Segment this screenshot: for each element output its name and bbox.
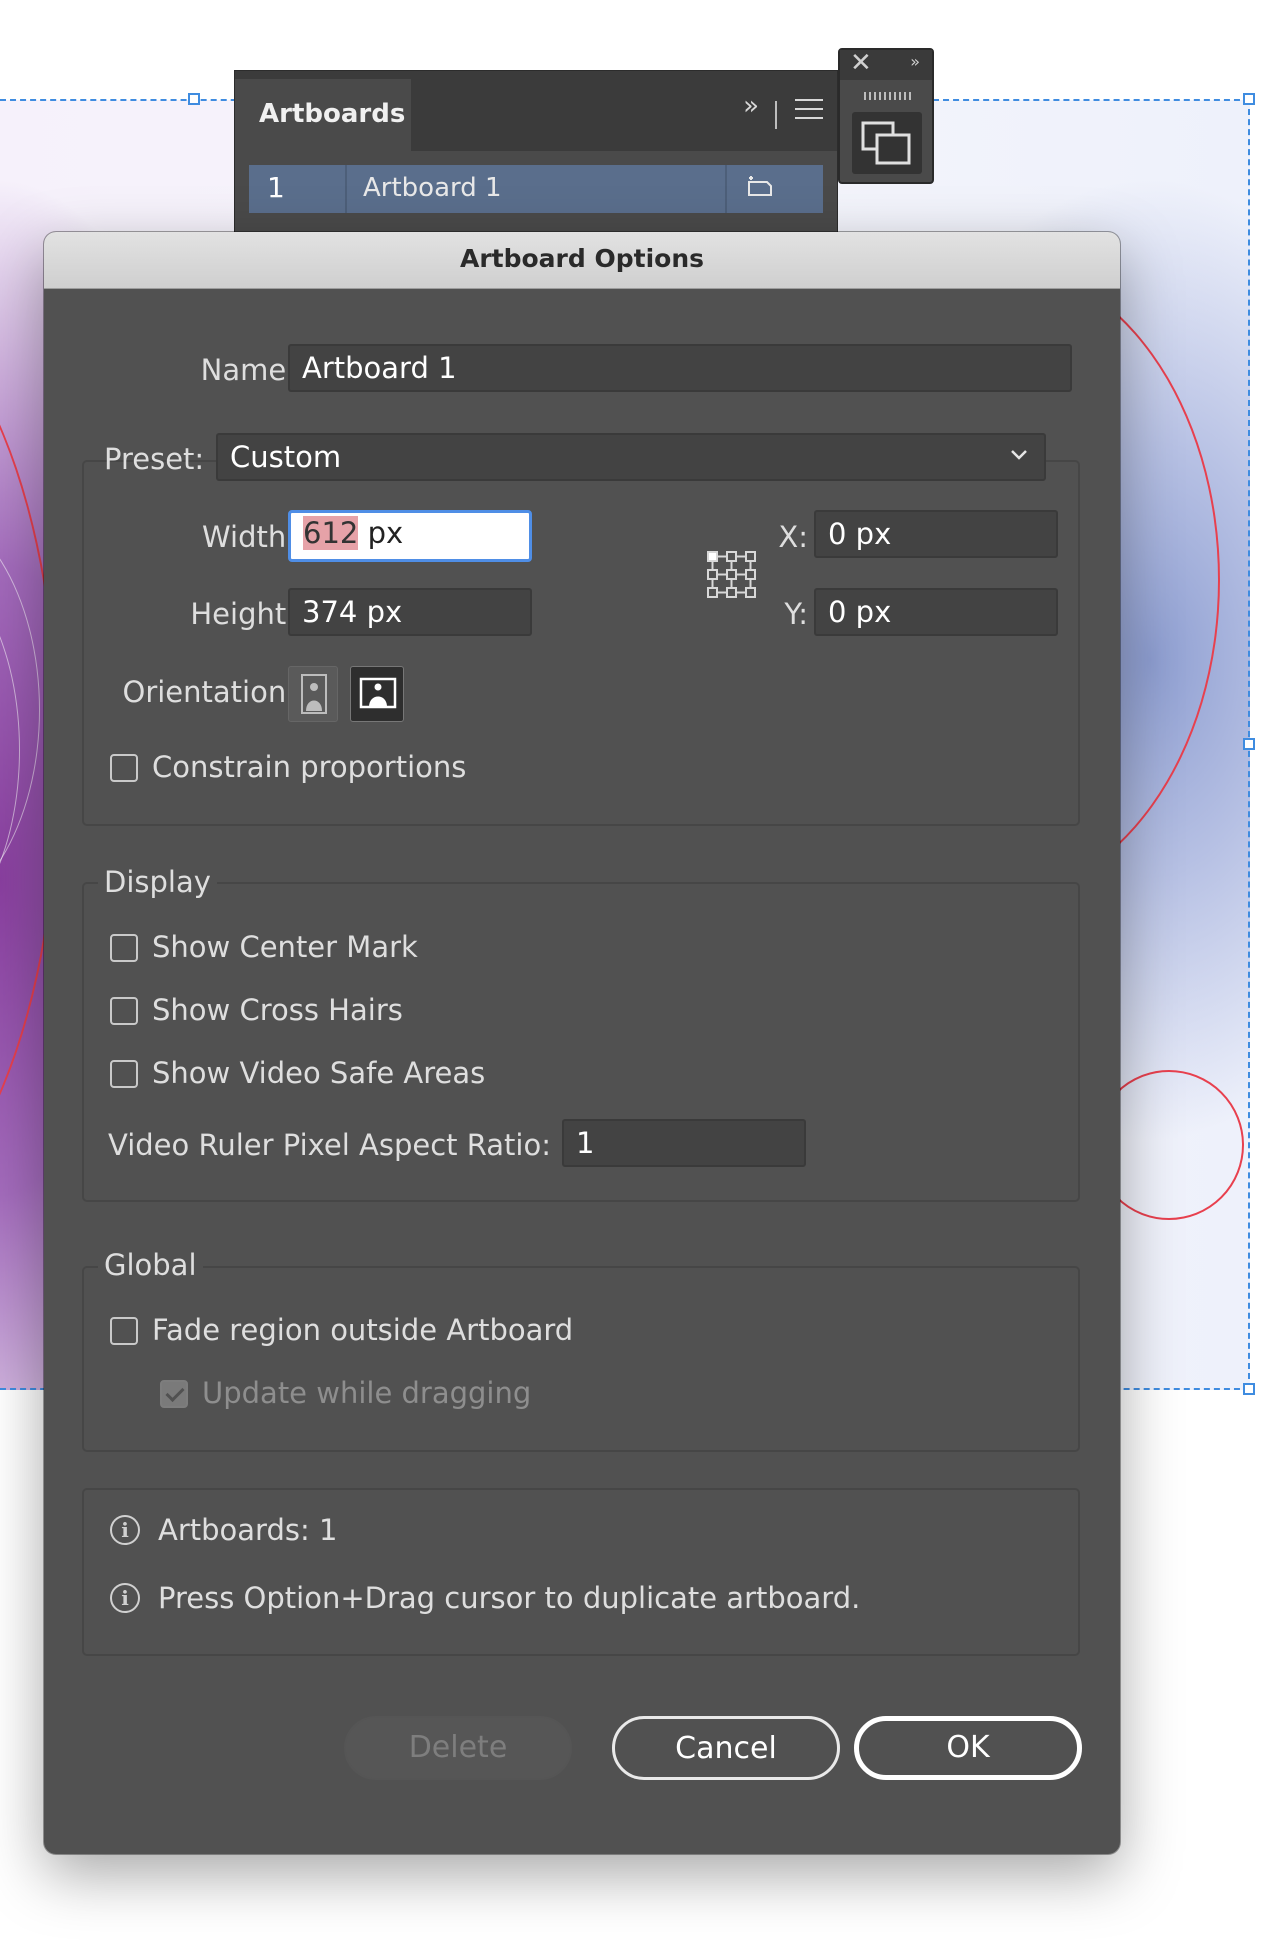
artboard-list-row[interactable]: 1 Artboard 1 (249, 165, 823, 213)
name-label: Name: (200, 353, 296, 387)
width-unit: px (358, 516, 404, 550)
ok-button[interactable]: OK (854, 1716, 1082, 1780)
drag-grip[interactable] (864, 92, 912, 100)
row-separator (725, 165, 727, 213)
show-center-mark-label: Show Center Mark (152, 930, 418, 964)
pixel-aspect-ratio-label: Video Ruler Pixel Aspect Ratio: (108, 1128, 551, 1162)
show-cross-hairs-label: Show Cross Hairs (152, 993, 403, 1027)
cancel-button[interactable]: Cancel (612, 1716, 840, 1780)
artboard-options-icon[interactable] (747, 175, 773, 197)
artboard-options-dialog: Artboard Options Name: Artboard 1 Preset… (44, 232, 1120, 1854)
orientation-landscape-button[interactable] (350, 666, 404, 722)
orientation-label: Orientation: (122, 675, 297, 709)
preset-label: Preset: (104, 442, 205, 476)
show-center-mark-checkbox[interactable] (110, 934, 138, 962)
info-icon: i (110, 1583, 140, 1613)
resize-handle-top-center[interactable] (188, 93, 200, 105)
close-icon[interactable]: ✕ (850, 48, 872, 78)
artboard-row-name[interactable]: Artboard 1 (363, 173, 502, 203)
chevron-down-icon (1011, 450, 1027, 460)
duplicate-hint-text: Press Option+Drag cursor to duplicate ar… (158, 1581, 861, 1615)
mini-panel-header: ✕ » (840, 48, 932, 80)
resize-handle-middle-right[interactable] (1243, 738, 1255, 750)
display-legend: Display (98, 864, 217, 900)
height-field[interactable]: 374 px (288, 588, 532, 636)
preset-dropdown[interactable]: Custom (216, 433, 1046, 481)
artboards-count-text: Artboards: 1 (158, 1513, 338, 1547)
orientation-portrait-button[interactable] (288, 666, 338, 722)
resize-handle-top-right[interactable] (1243, 93, 1255, 105)
constrain-proportions-checkbox[interactable] (110, 754, 138, 782)
y-label: Y: (784, 597, 808, 631)
width-field[interactable]: 612 px (288, 510, 532, 562)
panel-divider (775, 101, 777, 129)
artboards-panel-button[interactable] (852, 112, 922, 174)
delete-button[interactable]: Delete (344, 1716, 572, 1780)
artboard-row-number: 1 (267, 171, 285, 204)
pixel-aspect-ratio-field[interactable]: 1 (562, 1119, 806, 1167)
name-field[interactable]: Artboard 1 (288, 344, 1072, 392)
panel-menu-icon[interactable] (795, 99, 823, 121)
global-group (82, 1266, 1080, 1452)
global-legend: Global (98, 1247, 203, 1283)
update-while-dragging-label: Update while dragging (202, 1376, 532, 1410)
preset-value: Custom (230, 440, 342, 474)
constrain-proportions-label: Constrain proportions (152, 750, 467, 784)
update-while-dragging-checkbox[interactable] (160, 1380, 188, 1408)
fade-region-label: Fade region outside Artboard (152, 1313, 574, 1347)
x-label: X: (778, 520, 808, 554)
tab-artboards[interactable]: Artboards (235, 79, 411, 151)
show-video-safe-areas-label: Show Video Safe Areas (152, 1056, 486, 1090)
panel-expand-icon[interactable]: » (743, 91, 759, 121)
dialog-title-bar[interactable]: Artboard Options (44, 232, 1120, 289)
artboards-panel: Artboards » 1 Artboard 1 (234, 70, 838, 240)
width-value-selected: 612 (303, 516, 359, 550)
height-label: Height: (190, 597, 296, 631)
dialog-title: Artboard Options (459, 244, 705, 273)
row-separator (345, 165, 347, 213)
landscape-icon (359, 677, 397, 709)
collapsed-panel-dock: ✕ » (838, 48, 934, 184)
artboards-icon (861, 121, 911, 165)
info-icon: i (110, 1515, 140, 1545)
fade-region-checkbox[interactable] (110, 1317, 138, 1345)
y-field[interactable]: 0 px (814, 588, 1058, 636)
reference-point-icon[interactable] (706, 550, 758, 600)
portrait-icon (301, 674, 327, 714)
show-video-safe-areas-checkbox[interactable] (110, 1060, 138, 1088)
resize-handle-bottom-right[interactable] (1243, 1383, 1255, 1395)
x-field[interactable]: 0 px (814, 510, 1058, 558)
panel-tab-bar: Artboards » (235, 71, 837, 151)
expand-icon[interactable]: » (910, 52, 920, 71)
show-cross-hairs-checkbox[interactable] (110, 997, 138, 1025)
width-label: Width: (201, 520, 296, 554)
